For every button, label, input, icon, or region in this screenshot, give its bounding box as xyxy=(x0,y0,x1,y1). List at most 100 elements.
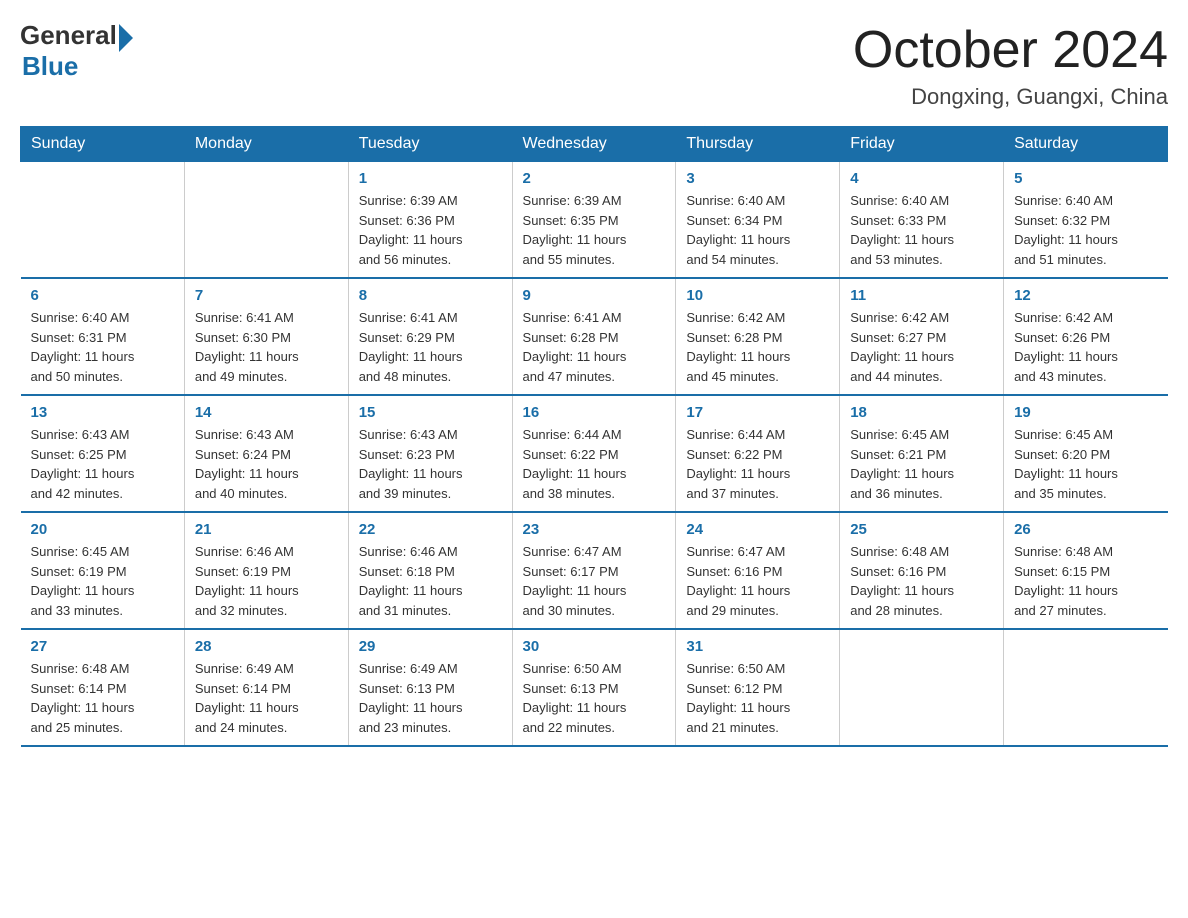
day-number: 23 xyxy=(523,521,666,538)
logo-blue-text: Blue xyxy=(22,51,78,82)
day-number: 3 xyxy=(686,170,829,187)
day-number: 13 xyxy=(31,404,174,421)
day-info: Sunrise: 6:48 AM Sunset: 6:16 PM Dayligh… xyxy=(850,542,993,620)
title-area: October 2024 Dongxing, Guangxi, China xyxy=(853,20,1168,110)
day-info: Sunrise: 6:43 AM Sunset: 6:25 PM Dayligh… xyxy=(31,425,174,503)
day-info: Sunrise: 6:50 AM Sunset: 6:13 PM Dayligh… xyxy=(523,659,666,737)
calendar-cell: 31 Sunrise: 6:50 AM Sunset: 6:12 PM Dayli… xyxy=(676,629,840,746)
day-info: Sunrise: 6:45 AM Sunset: 6:21 PM Dayligh… xyxy=(850,425,993,503)
weekday-header-sunday: Sunday xyxy=(21,127,185,162)
day-info: Sunrise: 6:50 AM Sunset: 6:12 PM Dayligh… xyxy=(686,659,829,737)
week-row-5: 27 Sunrise: 6:48 AM Sunset: 6:14 PM Dayli… xyxy=(21,629,1168,746)
day-number: 8 xyxy=(359,287,502,304)
day-info: Sunrise: 6:40 AM Sunset: 6:34 PM Dayligh… xyxy=(686,191,829,269)
day-number: 5 xyxy=(1014,170,1157,187)
weekday-header-saturday: Saturday xyxy=(1004,127,1168,162)
day-number: 14 xyxy=(195,404,338,421)
day-number: 28 xyxy=(195,638,338,655)
calendar-cell: 10Sunrise: 6:42 AM Sunset: 6:28 PM Dayli… xyxy=(676,278,840,395)
calendar-cell: 1 Sunrise: 6:39 AM Sunset: 6:36 PM Daylig… xyxy=(348,162,512,279)
day-info: Sunrise: 6:41 AM Sunset: 6:29 PM Dayligh… xyxy=(359,308,502,386)
day-number: 29 xyxy=(359,638,502,655)
day-number: 4 xyxy=(850,170,993,187)
day-info: Sunrise: 6:45 AM Sunset: 6:20 PM Dayligh… xyxy=(1014,425,1157,503)
day-info: Sunrise: 6:48 AM Sunset: 6:15 PM Dayligh… xyxy=(1014,542,1157,620)
day-info: Sunrise: 6:41 AM Sunset: 6:28 PM Dayligh… xyxy=(523,308,666,386)
day-info: Sunrise: 6:39 AM Sunset: 6:36 PM Dayligh… xyxy=(359,191,502,269)
logo-arrow-icon xyxy=(119,24,133,52)
calendar-cell: 4 Sunrise: 6:40 AM Sunset: 6:33 PM Daylig… xyxy=(840,162,1004,279)
weekday-header-tuesday: Tuesday xyxy=(348,127,512,162)
week-row-2: 6Sunrise: 6:40 AM Sunset: 6:31 PM Daylig… xyxy=(21,278,1168,395)
day-info: Sunrise: 6:44 AM Sunset: 6:22 PM Dayligh… xyxy=(523,425,666,503)
calendar-cell: 25 Sunrise: 6:48 AM Sunset: 6:16 PM Dayli… xyxy=(840,512,1004,629)
calendar-cell: 30 Sunrise: 6:50 AM Sunset: 6:13 PM Dayli… xyxy=(512,629,676,746)
calendar-cell: 26 Sunrise: 6:48 AM Sunset: 6:15 PM Dayli… xyxy=(1004,512,1168,629)
calendar-cell: 18Sunrise: 6:45 AM Sunset: 6:21 PM Dayli… xyxy=(840,395,1004,512)
day-number: 11 xyxy=(850,287,993,304)
calendar-cell: 6Sunrise: 6:40 AM Sunset: 6:31 PM Daylig… xyxy=(21,278,185,395)
day-info: Sunrise: 6:40 AM Sunset: 6:32 PM Dayligh… xyxy=(1014,191,1157,269)
day-number: 22 xyxy=(359,521,502,538)
day-info: Sunrise: 6:46 AM Sunset: 6:18 PM Dayligh… xyxy=(359,542,502,620)
weekday-header-wednesday: Wednesday xyxy=(512,127,676,162)
day-info: Sunrise: 6:43 AM Sunset: 6:23 PM Dayligh… xyxy=(359,425,502,503)
day-number: 2 xyxy=(523,170,666,187)
calendar-cell: 23Sunrise: 6:47 AM Sunset: 6:17 PM Dayli… xyxy=(512,512,676,629)
calendar-cell xyxy=(1004,629,1168,746)
day-number: 1 xyxy=(359,170,502,187)
calendar-cell: 24 Sunrise: 6:47 AM Sunset: 6:16 PM Dayli… xyxy=(676,512,840,629)
calendar-cell xyxy=(840,629,1004,746)
weekday-header-thursday: Thursday xyxy=(676,127,840,162)
day-info: Sunrise: 6:40 AM Sunset: 6:33 PM Dayligh… xyxy=(850,191,993,269)
day-info: Sunrise: 6:42 AM Sunset: 6:27 PM Dayligh… xyxy=(850,308,993,386)
day-number: 7 xyxy=(195,287,338,304)
header: General Blue October 2024 Dongxing, Guan… xyxy=(20,20,1168,110)
calendar-cell xyxy=(184,162,348,279)
day-number: 20 xyxy=(31,521,174,538)
day-info: Sunrise: 6:49 AM Sunset: 6:13 PM Dayligh… xyxy=(359,659,502,737)
day-number: 19 xyxy=(1014,404,1157,421)
day-info: Sunrise: 6:40 AM Sunset: 6:31 PM Dayligh… xyxy=(31,308,174,386)
weekday-header-friday: Friday xyxy=(840,127,1004,162)
calendar-cell: 19 Sunrise: 6:45 AM Sunset: 6:20 PM Dayli… xyxy=(1004,395,1168,512)
week-row-3: 13 Sunrise: 6:43 AM Sunset: 6:25 PM Dayli… xyxy=(21,395,1168,512)
calendar-cell: 15 Sunrise: 6:43 AM Sunset: 6:23 PM Dayli… xyxy=(348,395,512,512)
day-info: Sunrise: 6:39 AM Sunset: 6:35 PM Dayligh… xyxy=(523,191,666,269)
day-info: Sunrise: 6:43 AM Sunset: 6:24 PM Dayligh… xyxy=(195,425,338,503)
day-number: 15 xyxy=(359,404,502,421)
day-info: Sunrise: 6:47 AM Sunset: 6:16 PM Dayligh… xyxy=(686,542,829,620)
day-number: 16 xyxy=(523,404,666,421)
calendar-cell: 9Sunrise: 6:41 AM Sunset: 6:28 PM Daylig… xyxy=(512,278,676,395)
calendar-cell: 12 Sunrise: 6:42 AM Sunset: 6:26 PM Dayli… xyxy=(1004,278,1168,395)
calendar-cell: 14 Sunrise: 6:43 AM Sunset: 6:24 PM Dayli… xyxy=(184,395,348,512)
day-info: Sunrise: 6:49 AM Sunset: 6:14 PM Dayligh… xyxy=(195,659,338,737)
calendar-cell: 16 Sunrise: 6:44 AM Sunset: 6:22 PM Dayli… xyxy=(512,395,676,512)
day-info: Sunrise: 6:42 AM Sunset: 6:28 PM Dayligh… xyxy=(686,308,829,386)
calendar-cell: 21Sunrise: 6:46 AM Sunset: 6:19 PM Dayli… xyxy=(184,512,348,629)
calendar-cell xyxy=(21,162,185,279)
day-info: Sunrise: 6:44 AM Sunset: 6:22 PM Dayligh… xyxy=(686,425,829,503)
day-info: Sunrise: 6:48 AM Sunset: 6:14 PM Dayligh… xyxy=(31,659,174,737)
day-number: 25 xyxy=(850,521,993,538)
day-number: 27 xyxy=(31,638,174,655)
logo-general-text: General xyxy=(20,20,117,51)
day-number: 31 xyxy=(686,638,829,655)
day-number: 26 xyxy=(1014,521,1157,538)
calendar-cell: 8 Sunrise: 6:41 AM Sunset: 6:29 PM Daylig… xyxy=(348,278,512,395)
calendar-cell: 17Sunrise: 6:44 AM Sunset: 6:22 PM Dayli… xyxy=(676,395,840,512)
calendar-cell: 27 Sunrise: 6:48 AM Sunset: 6:14 PM Dayli… xyxy=(21,629,185,746)
day-number: 30 xyxy=(523,638,666,655)
week-row-4: 20Sunrise: 6:45 AM Sunset: 6:19 PM Dayli… xyxy=(21,512,1168,629)
calendar-cell: 2 Sunrise: 6:39 AM Sunset: 6:35 PM Daylig… xyxy=(512,162,676,279)
calendar-cell: 29 Sunrise: 6:49 AM Sunset: 6:13 PM Dayli… xyxy=(348,629,512,746)
day-number: 24 xyxy=(686,521,829,538)
calendar-cell: 3 Sunrise: 6:40 AM Sunset: 6:34 PM Daylig… xyxy=(676,162,840,279)
day-info: Sunrise: 6:42 AM Sunset: 6:26 PM Dayligh… xyxy=(1014,308,1157,386)
weekday-header-row: SundayMondayTuesdayWednesdayThursdayFrid… xyxy=(21,127,1168,162)
calendar-cell: 20Sunrise: 6:45 AM Sunset: 6:19 PM Dayli… xyxy=(21,512,185,629)
calendar-cell: 28 Sunrise: 6:49 AM Sunset: 6:14 PM Dayli… xyxy=(184,629,348,746)
day-number: 12 xyxy=(1014,287,1157,304)
calendar-cell: 5 Sunrise: 6:40 AM Sunset: 6:32 PM Daylig… xyxy=(1004,162,1168,279)
calendar-cell: 7Sunrise: 6:41 AM Sunset: 6:30 PM Daylig… xyxy=(184,278,348,395)
